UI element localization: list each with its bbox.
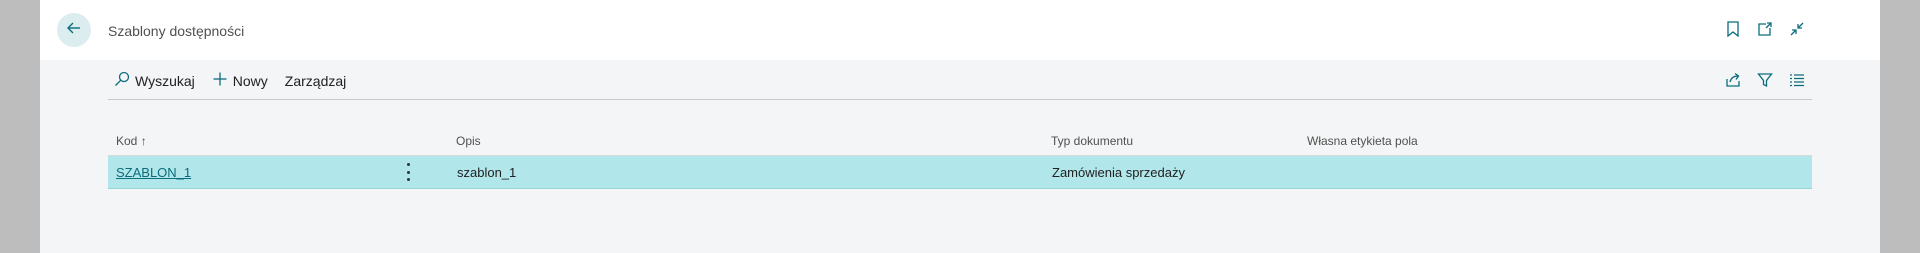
open-in-new-window-icon[interactable] <box>1756 20 1774 38</box>
action-bar: Wyszukaj Nowy Zarządzaj <box>108 70 1812 100</box>
column-header-kod-label: Kod <box>116 134 138 148</box>
row-menu-button[interactable] <box>402 163 414 181</box>
dot <box>406 178 410 181</box>
collapse-icon[interactable] <box>1788 20 1806 38</box>
column-header-wlasna-etykieta-pola[interactable]: Własna etykieta pola <box>1307 134 1418 148</box>
new-button-label: Nowy <box>232 72 268 89</box>
back-button[interactable] <box>57 13 91 47</box>
page: Szablony dostępności Wyszukaj Nowy Zarzą… <box>40 0 1880 253</box>
sort-ascending-icon: ↑ <box>140 134 147 148</box>
bookmark-icon[interactable] <box>1724 20 1742 38</box>
dot <box>406 170 410 174</box>
column-header-typ-dokumentu[interactable]: Typ dokumentu <box>1051 134 1133 148</box>
arrow-left-icon <box>65 19 83 42</box>
cell-kod-link[interactable]: SZABLON_1 <box>116 165 191 180</box>
dot <box>406 163 410 166</box>
search-icon <box>114 71 130 90</box>
grid-header: Kod ↑ Opis Typ dokumentu Własna etykieta… <box>108 130 1812 156</box>
column-header-kod[interactable]: Kod ↑ <box>116 134 147 148</box>
filter-icon[interactable] <box>1756 71 1774 89</box>
new-button[interactable]: Nowy <box>212 71 268 90</box>
list-grid: Kod ↑ Opis Typ dokumentu Własna etykieta… <box>108 130 1812 189</box>
search-button[interactable]: Wyszukaj <box>114 71 195 90</box>
action-bar-left: Wyszukaj Nowy Zarządzaj <box>114 71 346 90</box>
share-icon[interactable] <box>1724 71 1742 89</box>
plus-icon <box>212 71 228 90</box>
list-view-icon[interactable] <box>1788 71 1806 89</box>
page-header: Szablony dostępności <box>40 0 1880 60</box>
page-title: Szablony dostępności <box>108 23 245 39</box>
search-button-label: Wyszukaj <box>135 72 195 89</box>
manage-menu-label: Zarządzaj <box>284 72 347 89</box>
cell-opis: szablon_1 <box>457 165 517 180</box>
table-row[interactable]: SZABLON_1 szablon_1 Zamówienia sprzedaży <box>108 156 1812 189</box>
cell-typ-dokumentu: Zamówienia sprzedaży <box>1052 165 1185 180</box>
action-bar-right <box>1724 71 1806 89</box>
header-actions <box>1724 20 1806 38</box>
manage-menu[interactable]: Zarządzaj <box>285 73 346 89</box>
column-header-opis[interactable]: Opis <box>456 134 481 148</box>
